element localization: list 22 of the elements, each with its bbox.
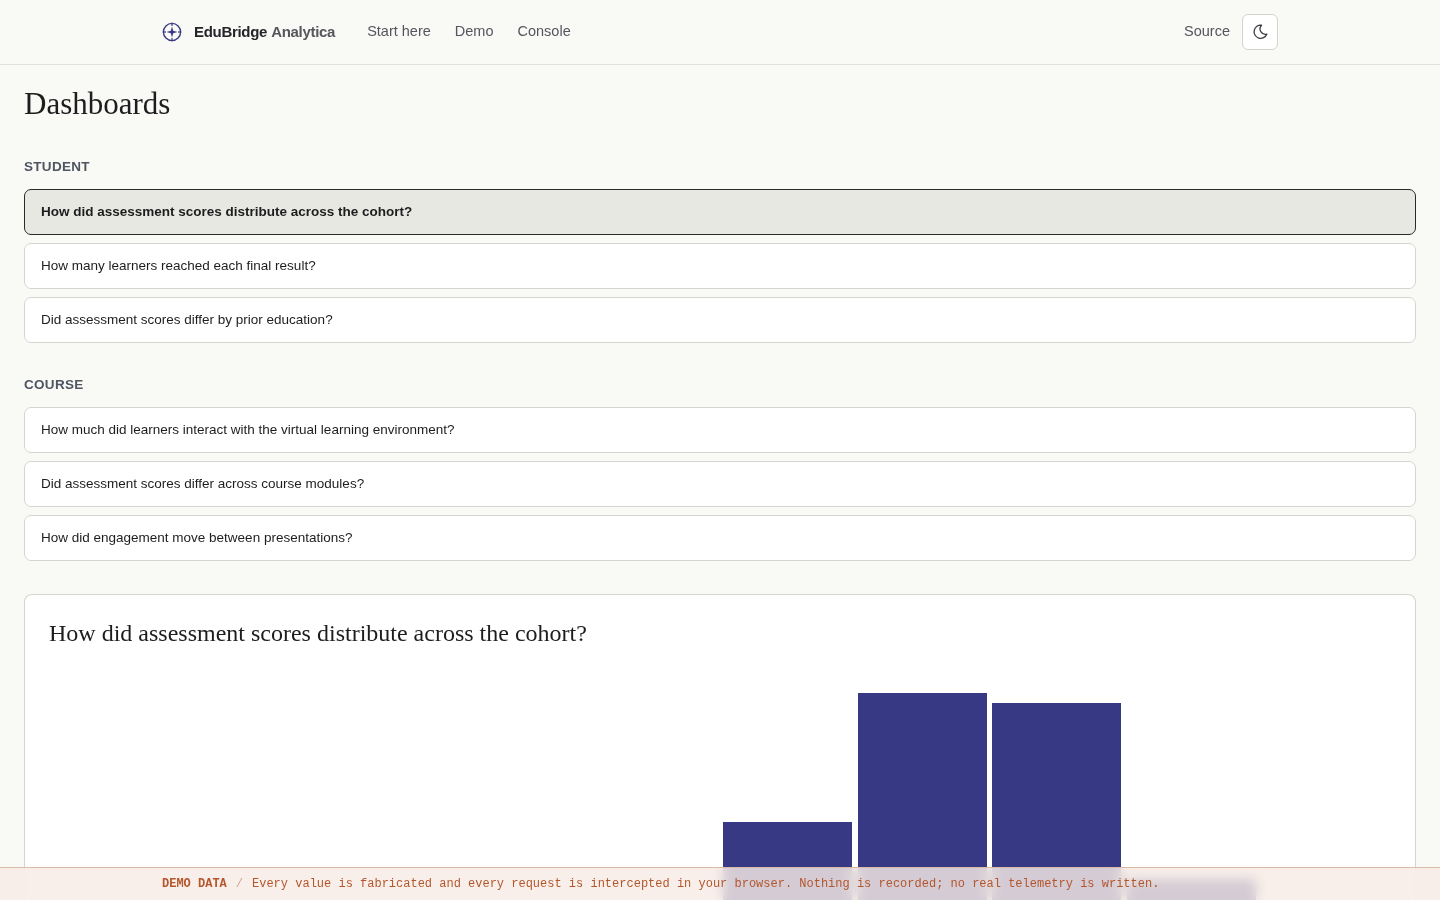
nav-link[interactable]: Console: [517, 21, 571, 43]
nav-link[interactable]: Start here: [367, 21, 431, 43]
demo-data-label: DEMO DATA: [162, 876, 227, 893]
banner-message: Every value is fabricated and every request is intercepted in your browser. Nothing is recorded; no real telemetry is written.: [252, 876, 1160, 893]
moon-icon: [1252, 24, 1268, 40]
dashboard-list-item[interactable]: How many learners reached each final result?: [24, 243, 1416, 289]
brand-suffix: Analytica: [271, 21, 336, 42]
dashboard-list-item[interactable]: How did assessment scores distribute across the cohort?: [24, 189, 1416, 235]
section-heading: STUDENT: [24, 158, 91, 175]
separator-slash: /: [235, 876, 243, 893]
theme-toggle-button[interactable]: [1242, 14, 1278, 50]
dashboard-list-item[interactable]: How much did learners interact with the virtual learning environment?: [24, 407, 1416, 453]
dashboard-list-item[interactable]: How did engagement move between presentations?: [24, 515, 1416, 561]
section-heading: COURSE: [24, 376, 85, 393]
dashboard-list-item[interactable]: Did assessment scores differ across course modules?: [24, 461, 1416, 507]
chart-title: How did assessment scores distribute across the cohort?: [49, 619, 588, 648]
nav-link[interactable]: Demo: [454, 21, 494, 43]
dashboard-list-item[interactable]: Did assessment scores differ by prior education?: [24, 297, 1416, 343]
crosshair-logo-icon: [162, 22, 182, 42]
page-title: Dashboards: [24, 86, 172, 122]
source-link[interactable]: Source: [1184, 21, 1230, 43]
brand-name: EduBridge: [194, 21, 268, 42]
